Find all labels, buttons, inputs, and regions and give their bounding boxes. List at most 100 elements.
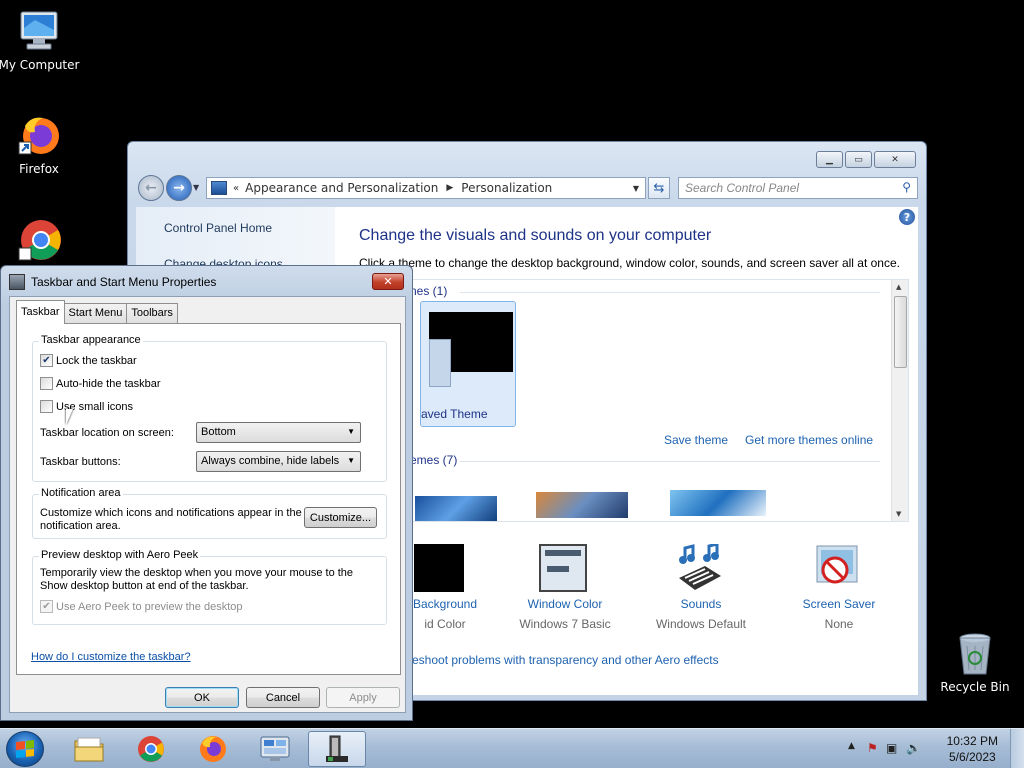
refresh-icon[interactable]: ⇆ [648, 177, 670, 199]
system-tray: ▲ ⚑ ▣ 🔊 10:32 PM 5/6/2023 [834, 729, 1024, 768]
desktop-icon-label: Recycle Bin [940, 680, 1010, 694]
windows-logo-icon [16, 740, 34, 758]
search-placeholder: Search Control Panel [685, 181, 800, 195]
sounds-value: Windows Default [655, 617, 747, 631]
maximize-button[interactable]: ▭ [845, 151, 872, 168]
help-icon[interactable]: ? [899, 209, 915, 225]
small-icons-checkbox[interactable]: Use small icons [40, 400, 133, 413]
screen-saver-value: None [824, 617, 854, 631]
help-link[interactable]: How do I customize the taskbar? [31, 651, 191, 663]
desktop-icon-chrome[interactable] [0, 214, 81, 264]
taskbar-tab-pane: Taskbar appearance ✔ Lock the taskbar Aut… [16, 323, 401, 675]
theme-thumbnail[interactable] [536, 492, 628, 518]
apply-button[interactable]: Apply [326, 687, 400, 708]
start-button[interactable] [6, 731, 44, 767]
desktop-icon-label: My Computer [0, 58, 80, 72]
chrome-icon [138, 736, 164, 762]
buttons-label: Taskbar buttons: [40, 456, 121, 468]
firefox-icon [15, 112, 63, 160]
aero-peek-checkbox[interactable]: ✔ Use Aero Peek to preview the desktop [40, 600, 243, 613]
page-subtitle: Click a theme to change the desktop back… [359, 256, 900, 270]
search-input[interactable]: Search Control Panel ⚲ [678, 177, 918, 199]
checkmark-icon[interactable]: ✔ [40, 600, 53, 613]
desktop-icon-firefox[interactable]: Firefox [0, 112, 81, 176]
control-panel-icon [211, 181, 227, 195]
theme-thumbnail[interactable] [670, 490, 766, 516]
breadcrumb-item[interactable]: Appearance and Personalization [245, 181, 438, 195]
location-label: Taskbar location on screen: [40, 427, 174, 439]
theme-list: nes (1) aved Theme Save theme Get more t… [359, 279, 909, 522]
page-title: Change the visuals and sounds on your co… [359, 227, 712, 244]
taskbar: ▲ ⚑ ▣ 🔊 10:32 PM 5/6/2023 [0, 728, 1024, 768]
clock-date: 5/6/2023 [948, 750, 996, 764]
taskbar-properties-window[interactable] [308, 731, 366, 767]
sounds-icon[interactable] [675, 542, 725, 592]
ok-button[interactable]: OK [165, 687, 239, 708]
customize-button[interactable]: Customize... [304, 507, 377, 528]
group-aero-themes: emes (7) [410, 453, 458, 467]
screen-saver-label: Screen Saver [802, 597, 876, 611]
desktop-background-icon[interactable] [414, 544, 464, 592]
group-my-themes: nes (1) [410, 284, 448, 298]
screen-saver-icon[interactable] [813, 544, 863, 592]
mouse-cursor [66, 409, 79, 425]
window-color-item[interactable]: Window Color Windows 7 Basic [505, 597, 625, 631]
tab-toolbars[interactable]: Toolbars [126, 303, 178, 323]
taskbar-buttons-select[interactable]: Always combine, hide labels ▼ [196, 451, 361, 472]
desktop-icon-my-computer[interactable]: My Computer [0, 8, 81, 72]
address-bar[interactable]: « Appearance and Personalization ▶ Perso… [206, 177, 646, 199]
taskbar-appearance-group: Taskbar appearance ✔ Lock the taskbar Aut… [32, 334, 387, 482]
show-desktop-button[interactable] [1010, 729, 1024, 768]
firefox-icon [200, 736, 226, 762]
checkmark-icon[interactable]: ✔ [40, 354, 53, 367]
theme-unsaved[interactable]: aved Theme [420, 301, 516, 427]
taskbar-chrome[interactable] [122, 731, 180, 767]
network-icon[interactable]: ▣ [886, 741, 897, 755]
minimize-button[interactable]: ▁ [816, 151, 843, 168]
chevron-right-icon[interactable]: ▶ [446, 183, 453, 193]
chrome-icon [15, 214, 63, 262]
control-panel-icon [260, 736, 290, 761]
window-color-icon[interactable] [539, 544, 587, 592]
cancel-button[interactable]: Cancel [246, 687, 320, 708]
chevron-down-icon[interactable]: ▼ [633, 184, 639, 193]
group-label: Notification area [39, 487, 123, 499]
folder-icon [74, 737, 104, 762]
autohide-checkbox[interactable]: Auto-hide the taskbar [40, 377, 161, 390]
search-icon[interactable]: ⚲ [902, 180, 911, 194]
recent-pages-dropdown[interactable]: ▼ [193, 183, 199, 192]
theme-thumbnail[interactable] [415, 496, 497, 521]
forward-button[interactable]: → [166, 175, 192, 201]
sounds-item[interactable]: Sounds Windows Default [641, 597, 761, 631]
notification-text: Customize which icons and notifications … [40, 507, 302, 532]
close-button[interactable]: ✕ [874, 151, 916, 168]
taskbar-control-panel[interactable] [246, 731, 304, 767]
action-center-icon[interactable]: ⚑ [867, 741, 878, 755]
group-label: Taskbar appearance [39, 334, 143, 346]
window-color-value: Windows 7 Basic [519, 617, 611, 631]
taskbar-location-select[interactable]: Bottom ▼ [196, 422, 361, 443]
tab-taskbar[interactable]: Taskbar [16, 300, 65, 324]
tab-start-menu[interactable]: Start Menu [63, 303, 128, 323]
chevron-up-icon[interactable]: ▲ [848, 741, 855, 751]
aero-peek-text: Temporarily view the desktop when you mo… [40, 567, 354, 592]
taskbar-firefox[interactable] [184, 731, 242, 767]
desktop-icon-label: Firefox [19, 162, 59, 176]
notification-area-group: Notification area Customize which icons … [32, 487, 387, 539]
desktop-icon-recycle-bin[interactable]: Recycle Bin [933, 630, 1017, 694]
screen-saver-item[interactable]: Screen Saver None [779, 597, 899, 631]
volume-icon[interactable]: 🔊 [906, 741, 921, 755]
computer-icon [15, 8, 63, 56]
theme-list-scrollbar[interactable]: ▲ ▼ [891, 280, 908, 521]
link-control-panel-home[interactable]: Control Panel Home [164, 221, 272, 235]
dialog-close-button[interactable]: ✕ [372, 273, 404, 290]
taskbar-explorer[interactable] [60, 731, 118, 767]
breadcrumb-item[interactable]: Personalization [461, 181, 552, 195]
get-more-themes-link[interactable]: Get more themes online [745, 433, 873, 447]
troubleshoot-link[interactable]: eshoot problems with transparency and ot… [412, 653, 719, 667]
lock-taskbar-checkbox[interactable]: ✔ Lock the taskbar [40, 354, 137, 367]
save-theme-link[interactable]: Save theme [664, 433, 728, 447]
back-button[interactable]: ← [138, 175, 164, 201]
clock[interactable]: 10:32 PM 5/6/2023 [947, 733, 998, 765]
clock-time: 10:32 PM [946, 734, 998, 748]
